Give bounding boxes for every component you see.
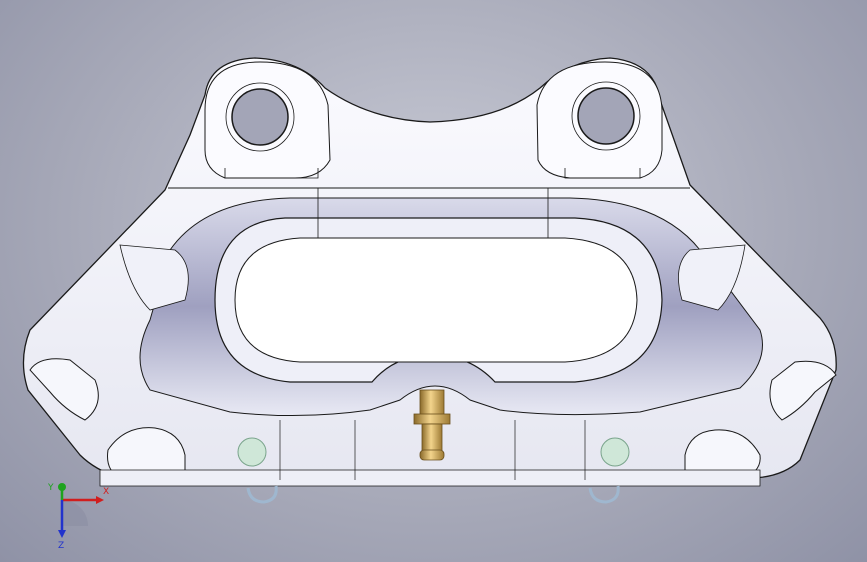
left-retaining-clip (246, 485, 278, 504)
right-mount-hole (577, 87, 635, 145)
x-axis-label: X (103, 487, 109, 497)
y-axis-label: Y (47, 483, 54, 493)
right-retaining-clip (588, 485, 620, 504)
z-axis-label: Z (58, 541, 64, 550)
bottom-band (99, 469, 761, 487)
left-locator-pin (237, 437, 267, 467)
left-mount-hole (231, 88, 289, 146)
right-locator-pin (600, 437, 630, 467)
brake-caliper-model[interactable] (0, 0, 867, 562)
view-orientation-triad[interactable]: X Y Z (40, 478, 120, 550)
graphics-viewport[interactable]: X Y Z (0, 0, 867, 562)
